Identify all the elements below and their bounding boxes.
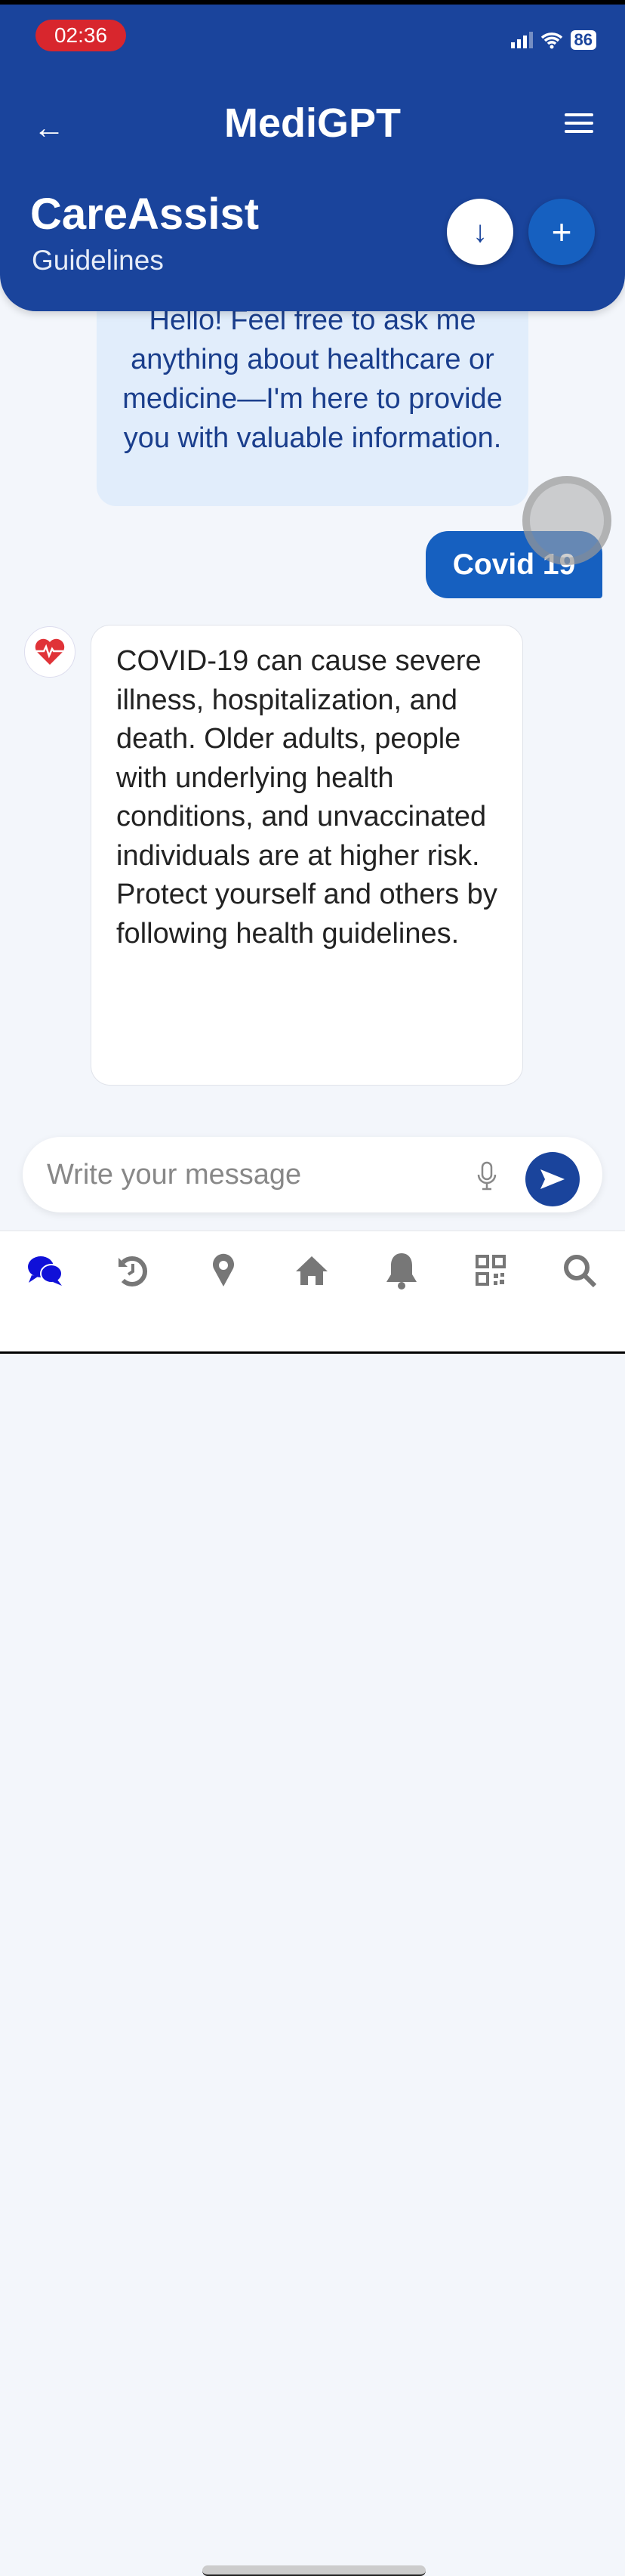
nav-search[interactable] xyxy=(557,1248,602,1293)
touch-indicator xyxy=(522,476,611,565)
app-title: MediGPT xyxy=(223,100,401,146)
plus-icon: + xyxy=(551,212,572,252)
home-indicator[interactable] xyxy=(202,2565,426,2576)
chat-icon xyxy=(28,1256,63,1286)
send-icon xyxy=(540,1169,565,1189)
nav-history[interactable] xyxy=(110,1248,155,1293)
qr-code-icon xyxy=(476,1255,506,1286)
bot-avatar xyxy=(24,626,75,678)
wifi-icon xyxy=(540,32,562,49)
signal-icon xyxy=(510,32,533,48)
download-button[interactable]: ↓ xyxy=(447,199,513,265)
battery-level: 86 xyxy=(570,30,596,50)
bell-icon xyxy=(386,1253,417,1290)
section-title: CareAssist xyxy=(30,190,260,239)
message-input[interactable] xyxy=(47,1154,470,1196)
bot-message: Hello! Feel free to ask me anything abou… xyxy=(97,293,528,506)
section-subtitle: Guidelines xyxy=(32,245,164,276)
hamburger-menu-icon[interactable] xyxy=(565,113,593,138)
location-icon xyxy=(213,1253,234,1286)
status-time: 02:36 xyxy=(35,20,126,51)
message-composer xyxy=(23,1137,602,1212)
arrow-down-icon: ↓ xyxy=(473,215,488,249)
send-button[interactable] xyxy=(525,1152,580,1206)
search-icon xyxy=(564,1255,597,1288)
bottom-nav xyxy=(0,1230,625,2576)
nav-qr[interactable] xyxy=(468,1248,513,1293)
screen-edge xyxy=(0,0,625,5)
home-icon xyxy=(296,1256,328,1285)
history-icon xyxy=(119,1256,148,1286)
nav-notifications[interactable] xyxy=(379,1248,424,1293)
microphone-icon[interactable] xyxy=(476,1161,498,1191)
nav-chat[interactable] xyxy=(23,1248,68,1293)
nav-location[interactable] xyxy=(201,1248,246,1293)
heartbeat-icon xyxy=(35,638,65,665)
new-chat-button[interactable]: + xyxy=(528,199,595,265)
status-icons: 86 xyxy=(510,30,596,50)
app-header: 02:36 86 ← MediGPT CareAssist Guidelines… xyxy=(0,0,625,311)
nav-home[interactable] xyxy=(289,1248,334,1293)
bot-message: COVID-19 can cause severe illness, hospi… xyxy=(91,625,523,1086)
